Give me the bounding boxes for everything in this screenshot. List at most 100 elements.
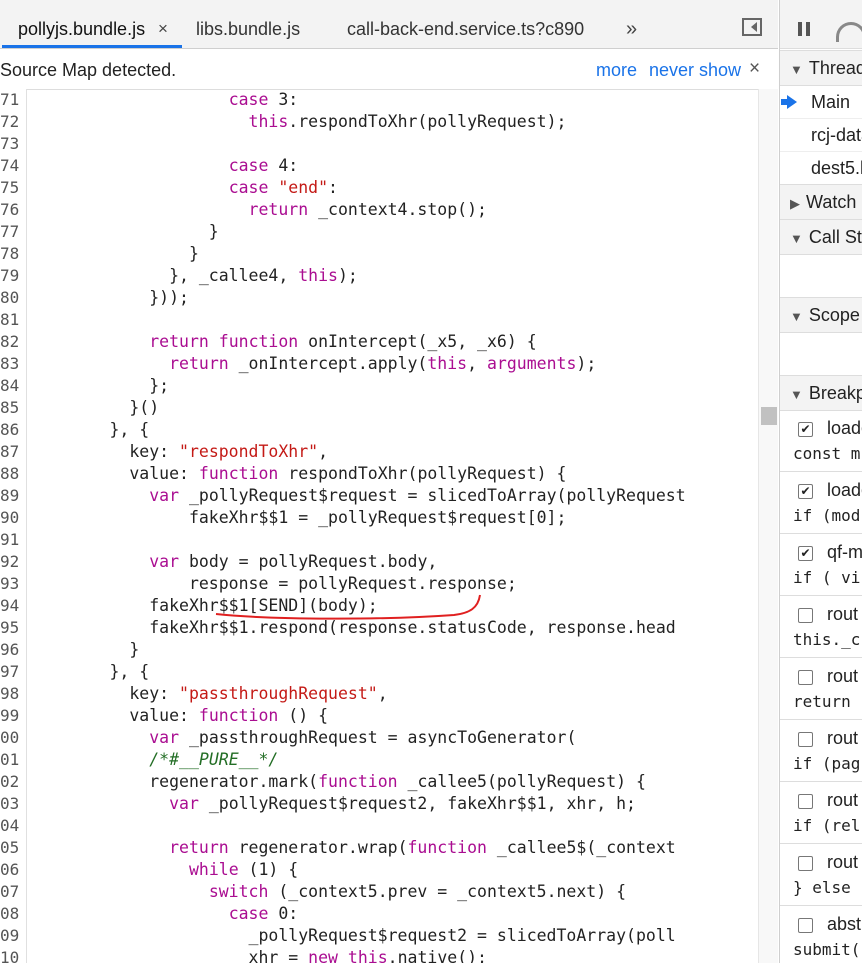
code-text: } xyxy=(30,222,219,241)
tab-call-back-end-service[interactable]: call-back-end.service.ts?c890 xyxy=(347,0,584,48)
step-over-icon[interactable] xyxy=(836,22,862,42)
breakpoint-checkbox[interactable] xyxy=(798,794,813,809)
editor-vertical-scrollbar[interactable] xyxy=(758,89,778,963)
breakpoint-item[interactable]: abst submit( xyxy=(780,906,862,963)
line-number[interactable]: 98 xyxy=(0,683,22,705)
line-number[interactable]: 03 xyxy=(0,793,22,815)
callstack-section-header[interactable]: ▼ Call Stack xyxy=(780,219,862,255)
breakpoint-item[interactable]: rout return xyxy=(780,658,862,720)
thread-item-main[interactable]: Main xyxy=(780,85,862,119)
line-number[interactable]: 07 xyxy=(0,881,22,903)
line-number[interactable]: 99 xyxy=(0,705,22,727)
line-number[interactable]: 76 xyxy=(0,199,22,221)
line-number[interactable]: 05 xyxy=(0,837,22,859)
breakpoint-checkbox[interactable]: ✔ xyxy=(798,484,813,499)
line-number[interactable]: 90 xyxy=(0,507,22,529)
breakpoint-checkbox[interactable] xyxy=(798,608,813,623)
code-text: return regenerator.wrap(function _callee… xyxy=(169,838,676,857)
threads-section-header[interactable]: ▼ Threads xyxy=(780,50,862,86)
scope-title: Scope xyxy=(808,305,860,325)
thread-item-rcj-data[interactable]: rcj-data xyxy=(780,118,862,152)
breakpoint-code-snippet: const m xyxy=(793,444,861,463)
breakpoint-checkbox[interactable] xyxy=(798,670,813,685)
line-number[interactable]: 83 xyxy=(0,353,22,375)
line-number[interactable]: 85 xyxy=(0,397,22,419)
line-number[interactable]: 78 xyxy=(0,243,22,265)
source-map-infobar: Source Map detected. more never show × xyxy=(0,49,778,90)
line-number[interactable]: 10 xyxy=(0,947,22,963)
line-number[interactable]: 88 xyxy=(0,463,22,485)
line-number[interactable]: 71 xyxy=(0,89,22,111)
breakpoint-checkbox[interactable] xyxy=(798,856,813,871)
breakpoint-item[interactable]: ✔ qf-m if ( vi xyxy=(780,534,862,596)
scrollbar-thumb[interactable] xyxy=(761,407,777,425)
breakpoint-location: rout xyxy=(827,666,859,686)
line-number[interactable]: 86 xyxy=(0,419,22,441)
line-number[interactable]: 94 xyxy=(0,595,22,617)
breakpoint-item[interactable]: rout this._c xyxy=(780,596,862,658)
breakpoint-checkbox[interactable]: ✔ xyxy=(798,546,813,561)
source-editor: pollyjs.bundle.js × libs.bundle.js call-… xyxy=(0,0,778,963)
breakpoint-checkbox[interactable] xyxy=(798,732,813,747)
line-number[interactable]: 81 xyxy=(0,309,22,331)
breakpoint-item[interactable]: rout} else xyxy=(780,844,862,906)
active-tab-indicator xyxy=(2,45,182,48)
thread-item-dest5[interactable]: dest5.html xyxy=(780,151,862,185)
line-number[interactable]: 96 xyxy=(0,639,22,661)
breakpoint-item[interactable]: rout if (rel xyxy=(780,782,862,844)
infobar-more-link[interactable]: more xyxy=(596,49,637,91)
tab-pollyjs-bundle[interactable]: pollyjs.bundle.js xyxy=(18,0,145,48)
line-number[interactable]: 08 xyxy=(0,903,22,925)
line-number[interactable]: 09 xyxy=(0,925,22,947)
breakpoint-checkbox[interactable]: ✔ xyxy=(798,422,813,437)
breakpoint-checkbox[interactable] xyxy=(798,918,813,933)
collapse-triangle-icon: ▶ xyxy=(790,196,800,211)
breakpoint-code-snippet: if ( vi xyxy=(793,568,861,587)
infobar-never-show-link[interactable]: never show xyxy=(649,49,741,91)
breakpoint-location: loader xyxy=(827,418,862,438)
line-number[interactable]: 87 xyxy=(0,441,22,463)
pause-icon[interactable] xyxy=(798,22,810,36)
line-number[interactable]: 73 xyxy=(0,133,22,155)
line-number[interactable]: 00 xyxy=(0,727,22,749)
watch-title: Watch xyxy=(806,192,857,212)
code-area[interactable]: 71 case 3: 72 this.respondToXhr(pollyRequ… xyxy=(0,89,758,963)
line-number[interactable]: 97 xyxy=(0,661,22,683)
code-text: case "end": xyxy=(228,178,338,197)
breakpoint-item[interactable]: ✔ loader const m xyxy=(780,410,862,472)
code-text: var _pollyRequest$request2, fakeXhr$$1, … xyxy=(169,794,636,813)
breakpoint-item[interactable]: ✔ loader if (mod xyxy=(780,472,862,534)
breakpoint-location: abst xyxy=(827,914,862,934)
line-number[interactable]: 89 xyxy=(0,485,22,507)
breakpoints-section-header[interactable]: ▼ Breakpoints xyxy=(780,375,862,411)
line-number[interactable]: 95 xyxy=(0,617,22,639)
line-number[interactable]: 82 xyxy=(0,331,22,353)
toggle-sidebar-icon[interactable] xyxy=(742,18,762,36)
code-text: }, _callee4, this); xyxy=(30,266,358,285)
line-number[interactable]: 91 xyxy=(0,529,22,551)
line-number[interactable]: 79 xyxy=(0,265,22,287)
code-text: _pollyRequest$request2 = slicedToArray(p… xyxy=(30,926,676,945)
scope-section-header[interactable]: ▼ Scope xyxy=(780,297,862,333)
breakpoint-item[interactable]: rout if (pag xyxy=(780,720,862,782)
line-number[interactable]: 74 xyxy=(0,155,22,177)
line-number[interactable]: 77 xyxy=(0,221,22,243)
line-number[interactable]: 01 xyxy=(0,749,22,771)
line-number[interactable]: 84 xyxy=(0,375,22,397)
infobar-close-icon[interactable]: × xyxy=(749,49,760,89)
expand-triangle-icon: ▼ xyxy=(790,387,803,402)
line-number[interactable]: 72 xyxy=(0,111,22,133)
expand-triangle-icon: ▼ xyxy=(790,62,803,77)
line-number[interactable]: 06 xyxy=(0,859,22,881)
line-number[interactable]: 80 xyxy=(0,287,22,309)
line-number[interactable]: 92 xyxy=(0,551,22,573)
line-number[interactable]: 93 xyxy=(0,573,22,595)
code-text: while (1) { xyxy=(188,860,299,879)
breakpoint-location: loader xyxy=(827,480,862,500)
line-number[interactable]: 75 xyxy=(0,177,22,199)
watch-section-header[interactable]: ▶ Watch xyxy=(780,184,862,220)
red-underline-annotation xyxy=(215,594,481,620)
line-number[interactable]: 02 xyxy=(0,771,22,793)
tab-libs-bundle[interactable]: libs.bundle.js xyxy=(196,0,300,48)
line-number[interactable]: 04 xyxy=(0,815,22,837)
